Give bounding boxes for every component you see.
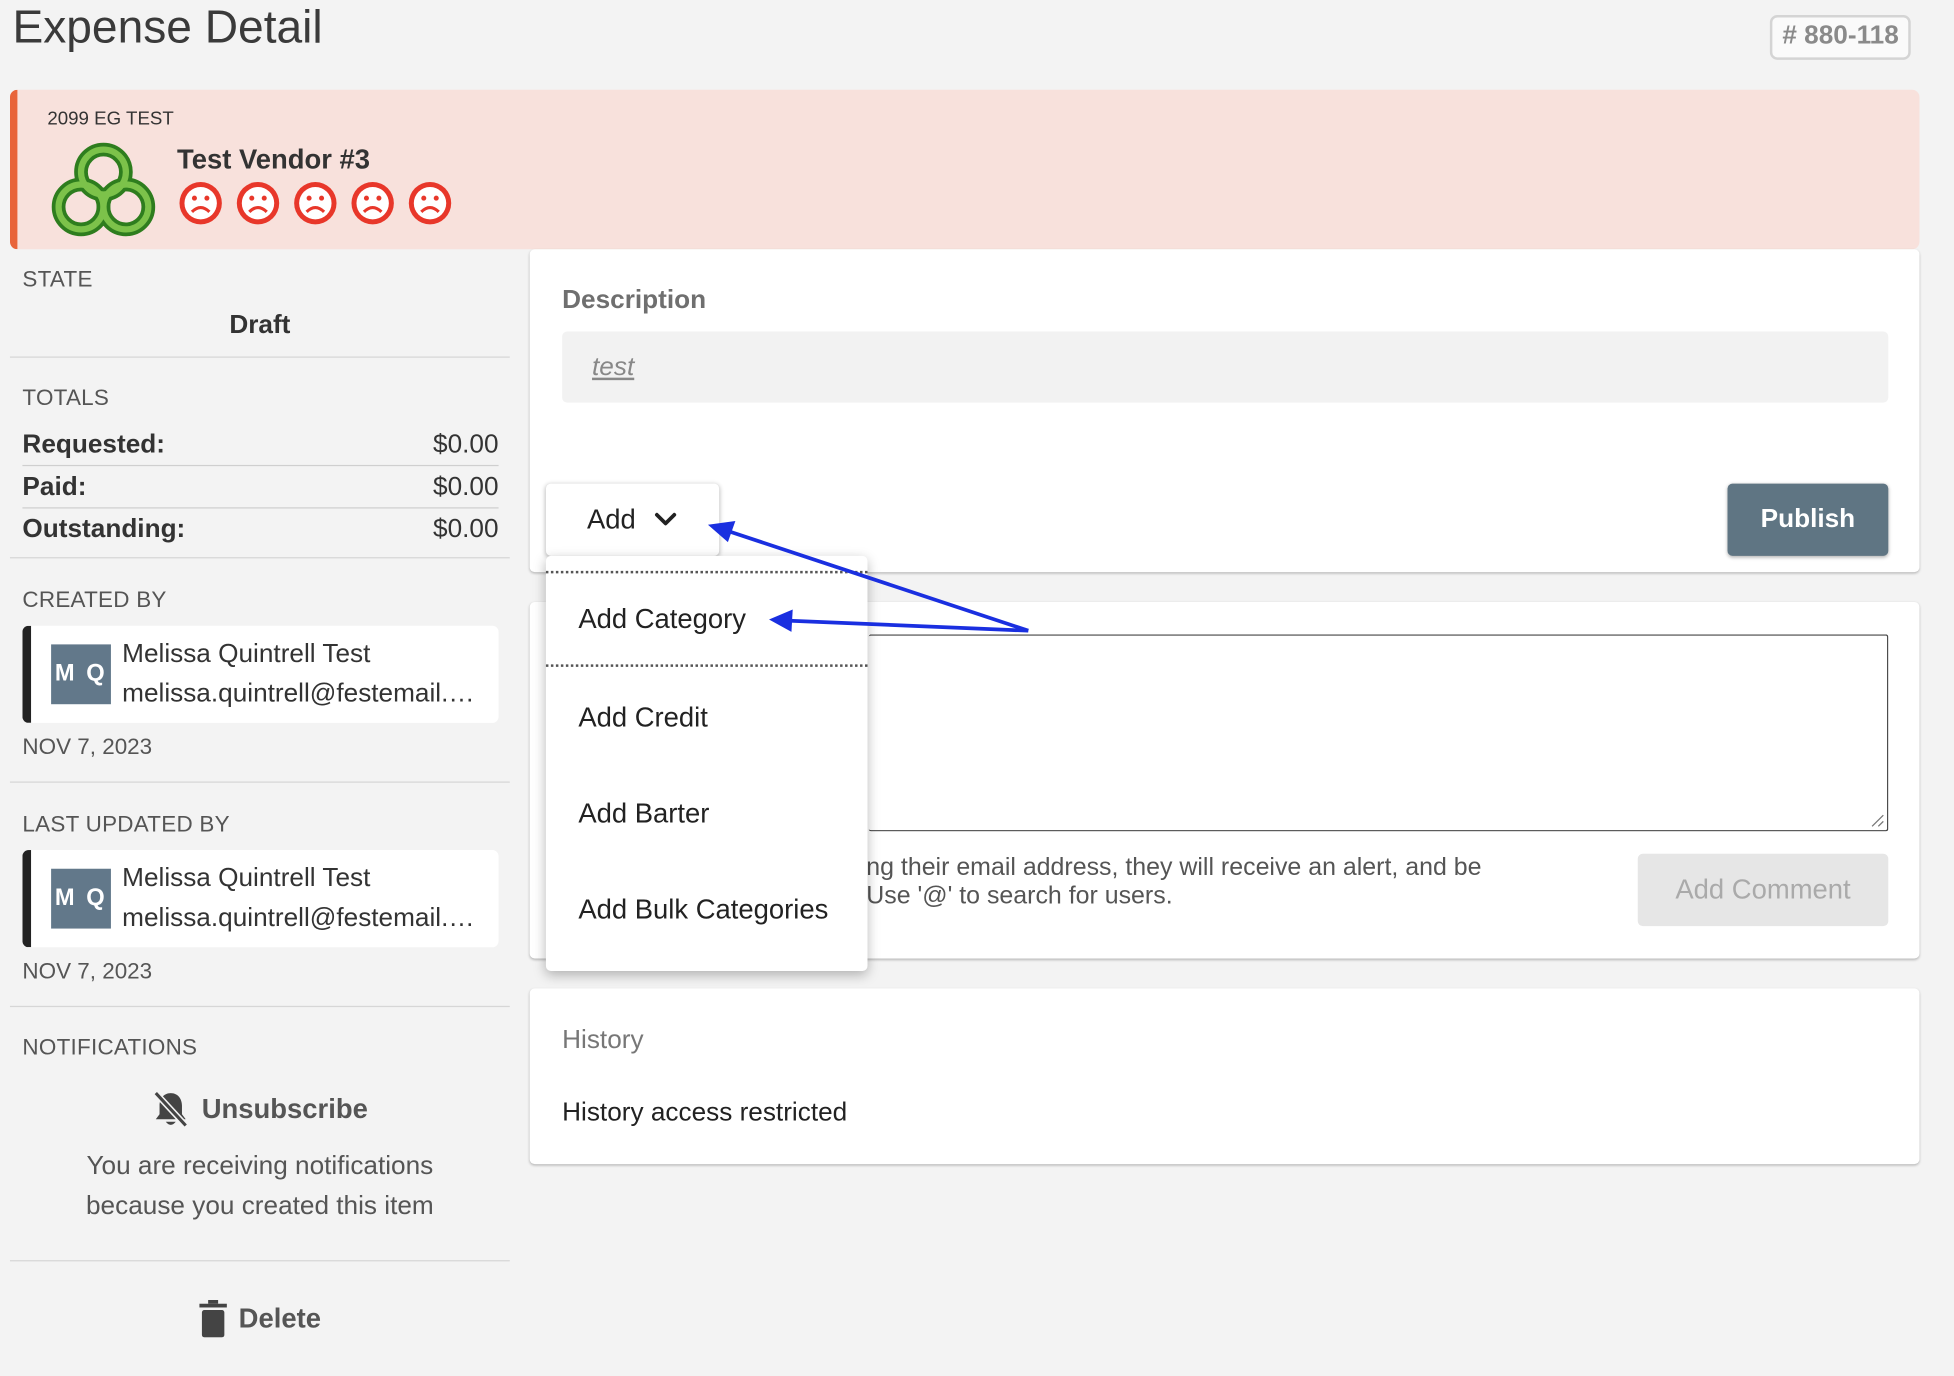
sad-face-icon xyxy=(179,181,222,225)
resize-handle-icon[interactable] xyxy=(1870,813,1885,828)
publish-button[interactable]: Publish xyxy=(1727,483,1889,556)
updated-by-card[interactable]: M Q Melissa Quintrell Test melissa.quint… xyxy=(22,850,499,948)
sad-face-icon xyxy=(236,181,280,225)
updated-date: NOV 7, 2023 xyxy=(22,958,153,984)
divider xyxy=(9,1260,510,1262)
last-updated-by-label: LAST UPDATED BY xyxy=(22,811,230,837)
vendor-banner: 2099 EG TEST Test Vendor #3 xyxy=(9,89,1920,250)
comment-hint-line: ng their email address, they will receiv… xyxy=(866,853,1482,882)
totals-label: TOTALS xyxy=(22,385,110,411)
trash-icon xyxy=(200,1299,228,1338)
user-email: melissa.quintrell@festemail.com xyxy=(122,679,484,708)
vendor-logo-icon xyxy=(51,142,156,237)
comment-textarea[interactable] xyxy=(868,634,1889,832)
user-email: melissa.quintrell@festemail.com xyxy=(122,903,484,933)
delete-label: Delete xyxy=(238,1302,321,1334)
notification-reason: You are receiving notifications because … xyxy=(10,1147,510,1227)
vendor-rating xyxy=(177,179,454,226)
history-text: History access restricted xyxy=(562,1098,848,1127)
history-label: History xyxy=(562,1025,644,1055)
vendor-name: Test Vendor #3 xyxy=(176,143,371,175)
description-label: Description xyxy=(562,285,707,315)
delete-button[interactable]: Delete xyxy=(10,1299,510,1338)
unsubscribe-button[interactable]: Unsubscribe xyxy=(10,1089,510,1129)
notification-reason-line: because you created this item xyxy=(86,1191,434,1221)
comment-hint: ng their email address, they will receiv… xyxy=(866,854,1481,911)
vendor-org: 2099 EG TEST xyxy=(47,108,174,130)
total-value: $0.00 xyxy=(433,471,499,501)
state-value: Draft xyxy=(229,310,291,340)
divider xyxy=(9,356,510,358)
sad-face-icon xyxy=(351,181,394,225)
add-comment-button[interactable]: Add Comment xyxy=(1637,853,1889,927)
total-label: Requested: xyxy=(22,429,165,459)
description-panel: Description test xyxy=(529,249,1920,573)
menu-item-add-barter[interactable]: Add Barter xyxy=(546,765,868,861)
avatar: M Q xyxy=(51,644,111,705)
user-name: Melissa Quintrell Test xyxy=(122,863,371,893)
sad-face-icon xyxy=(294,181,337,225)
notifications-label: NOTIFICATIONS xyxy=(22,1034,198,1060)
menu-item-add-credit[interactable]: Add Credit xyxy=(546,669,868,765)
add-dropdown-menu: Add Category Add Credit Add Barter Add B… xyxy=(545,555,868,971)
divider xyxy=(9,1005,510,1008)
total-paid-row: Paid: $0.00 xyxy=(22,466,499,509)
total-value: $0.00 xyxy=(433,429,499,459)
bell-off-icon xyxy=(153,1090,188,1128)
notification-reason-line: You are receiving notifications xyxy=(86,1151,434,1181)
created-date: NOV 7, 2023 xyxy=(22,734,153,760)
menu-item-add-bulk-categories[interactable]: Add Bulk Categories xyxy=(546,861,868,957)
total-label: Outstanding: xyxy=(22,514,186,543)
page-title: Expense Detail xyxy=(12,1,323,53)
description-field[interactable]: test xyxy=(562,331,1889,403)
history-panel: History History access restricted xyxy=(529,988,1920,1165)
state-label: STATE xyxy=(22,266,93,292)
divider xyxy=(9,557,510,559)
unsubscribe-label: Unsubscribe xyxy=(201,1093,368,1125)
add-label: Add xyxy=(586,503,636,535)
sad-face-icon xyxy=(408,181,452,225)
description-value[interactable]: test xyxy=(592,353,634,383)
total-outstanding-row: Outstanding: $0.00 xyxy=(22,509,498,550)
total-requested-row: Requested: $0.00 xyxy=(22,424,499,467)
comment-hint-line: Use '@' to search for users. xyxy=(866,882,1173,910)
total-label: Paid: xyxy=(22,471,87,501)
divider xyxy=(9,781,510,783)
menu-item-add-category[interactable]: Add Category xyxy=(545,570,868,667)
add-dropdown-button[interactable]: Add xyxy=(545,483,720,556)
user-name: Melissa Quintrell Test xyxy=(122,639,371,669)
created-by-label: CREATED BY xyxy=(22,587,167,612)
avatar: M Q xyxy=(51,868,111,929)
id-badge: # 880-118 xyxy=(1769,14,1912,60)
chevron-down-icon xyxy=(655,512,677,526)
created-by-card[interactable]: M Q Melissa Quintrell Test melissa.quint… xyxy=(22,625,499,723)
total-value: $0.00 xyxy=(433,514,499,543)
